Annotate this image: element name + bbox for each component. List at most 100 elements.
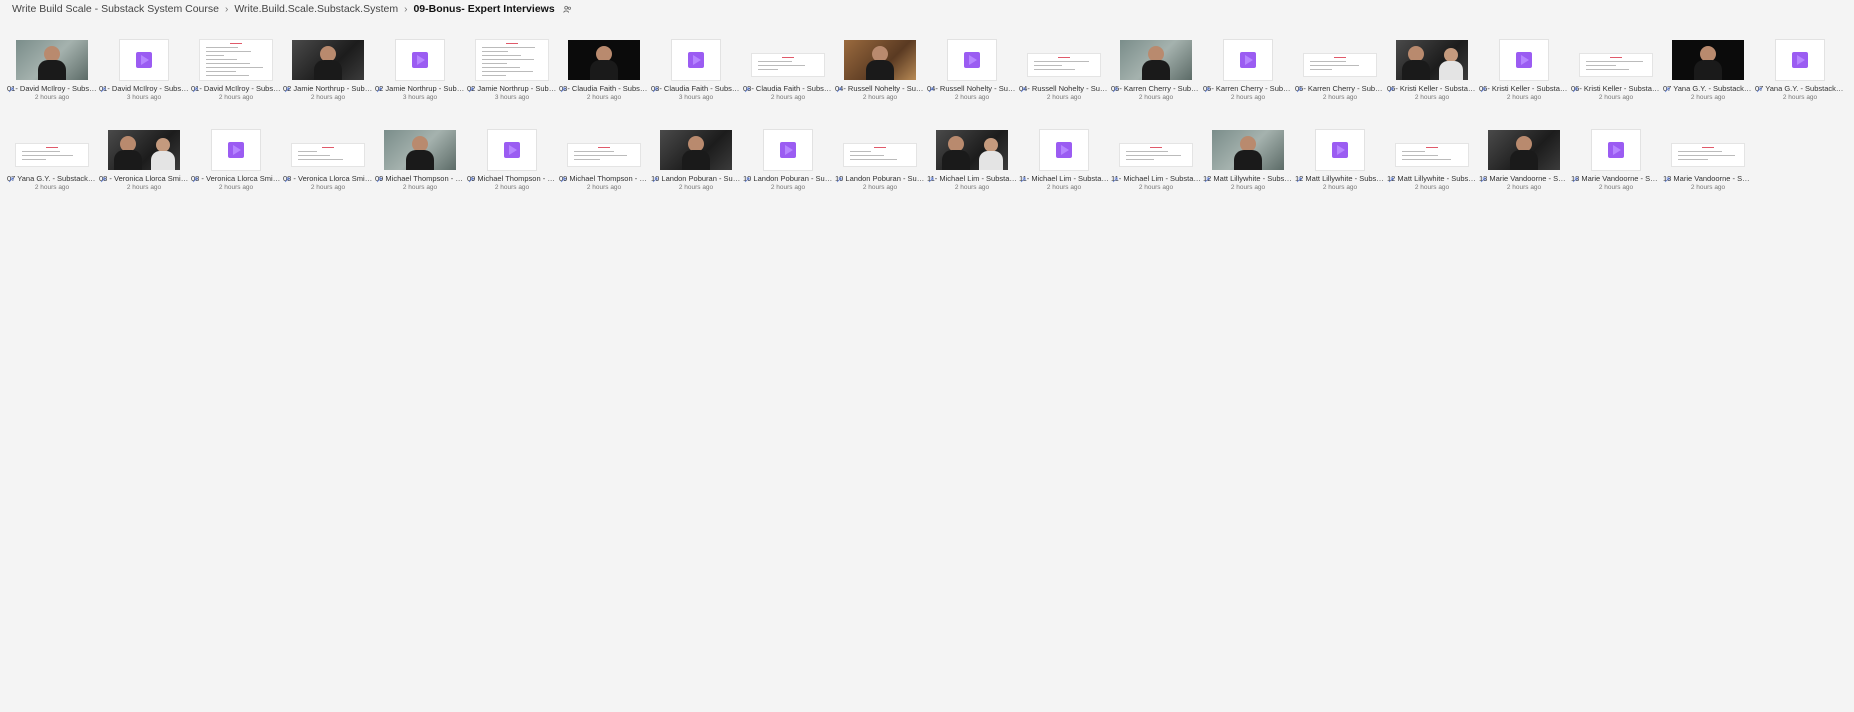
file-name[interactable]: 13 Marie Vandoorne - Substack System [1663,174,1753,183]
file-name[interactable]: 12 Matt Lillywhite - Substack System [1295,174,1385,183]
video-thumbnail [660,130,732,170]
file-thumbnail [282,130,374,170]
file-tile[interactable]: 12 Matt Lillywhite - Substack System2 ho… [1386,126,1478,210]
file-tile[interactable]: 09 Michael Thompson - Substack System2 h… [558,126,650,210]
file-name[interactable]: 06- Kristi Keller - Substack System [1479,84,1569,93]
file-name[interactable]: 05- Karren Cherry - Substack System [1111,84,1201,93]
file-name[interactable]: 04- Russell Nohelty - Substack System [835,84,925,93]
file-name[interactable]: 04- Russell Nohelty - Substack System [927,84,1017,93]
file-name[interactable]: 03- Claudia Faith - Substack System [559,84,649,93]
file-modified-time: 2 hours ago [770,184,806,191]
file-tile[interactable]: 04- Russell Nohelty - Substack System2 h… [1018,36,1110,120]
file-thumbnail [650,39,742,81]
file-tile[interactable]: 07 Yana G.Y. - Substack System2 hours ag… [1662,36,1754,120]
file-name[interactable]: 07 Yana G.Y. - Substack System [1663,84,1753,93]
file-name[interactable]: 11- Michael Lim - Substack System [927,174,1017,183]
file-name[interactable]: 05- Karren Cherry - Substack System [1295,84,1385,93]
file-name[interactable]: 01- David McIlroy - Substack System [191,84,281,93]
file-name[interactable]: 13 Marie Vandoorne - Substack System [1571,174,1661,183]
audio-file-thumbnail [487,129,537,171]
file-tile[interactable]: 07 Yana G.Y. - Substack System2 hours ag… [6,126,98,210]
file-name[interactable]: 06- Kristi Keller - Substack System [1571,84,1661,93]
file-name[interactable]: 03- Claudia Faith - Substack System [651,84,741,93]
video-thumbnail [1120,40,1192,80]
file-tile[interactable]: 10 Landon Poburan - Substack System2 hou… [650,126,742,210]
file-tile[interactable]: 01- David McIlroy - Substack System3 hou… [98,36,190,120]
shared-folder-icon[interactable] [562,5,572,14]
file-name[interactable]: 10 Landon Poburan - Substack System [651,174,741,183]
file-tile[interactable]: 02 Jamie Northrup - Substack System3 hou… [466,36,558,120]
file-tile[interactable]: 01- David McIlroy - Substack System2 hou… [190,36,282,120]
file-modified-time: 2 hours ago [1230,184,1266,191]
file-tile[interactable]: 11- Michael Lim - Substack System2 hours… [1110,126,1202,210]
file-tile[interactable]: 06- Kristi Keller - Substack System2 hou… [1386,36,1478,120]
file-modified-time: 2 hours ago [678,184,714,191]
file-tile[interactable]: 03- Claudia Faith - Substack System3 hou… [650,36,742,120]
file-name[interactable]: 11- Michael Lim - Substack System [1111,174,1201,183]
file-name[interactable]: 10 Landon Poburan - Substack System [835,174,925,183]
file-name[interactable]: 10 Landon Poburan - Substack System [743,174,833,183]
file-tile[interactable]: 06- Kristi Keller - Substack System2 hou… [1570,36,1662,120]
file-name[interactable]: 05- Karren Cherry - Substack System [1203,84,1293,93]
file-thumbnail [1386,130,1478,170]
file-tile[interactable]: 11- Michael Lim - Substack System2 hours… [926,126,1018,210]
file-name[interactable]: 12 Matt Lillywhite - Substack System [1203,174,1293,183]
file-name[interactable]: 13 Marie Vandoorne - Substack System [1479,174,1569,183]
file-name[interactable]: 04- Russell Nohelty - Substack System [1019,84,1109,93]
play-icon [1332,142,1348,158]
file-tile[interactable]: 07 Yana G.Y. - Substack System2 hours ag… [1754,36,1846,120]
document-thumbnail [843,143,917,167]
file-tile[interactable]: 03- Claudia Faith - Substack System2 hou… [558,36,650,120]
breadcrumb-item-system[interactable]: Write.Build.Scale.Substack.System [234,3,398,15]
file-tile[interactable]: 05- Karren Cherry - Substack System2 hou… [1294,36,1386,120]
file-name[interactable]: 08 - Veronica Llorca Smith - Substack Sy… [191,174,281,183]
file-tile[interactable]: 13 Marie Vandoorne - Substack System2 ho… [1478,126,1570,210]
shortcut-link-icon [468,87,474,93]
file-tile[interactable]: 04- Russell Nohelty - Substack System2 h… [926,36,1018,120]
file-tile[interactable]: 11- Michael Lim - Substack System2 hours… [1018,126,1110,210]
file-tile[interactable]: 10 Landon Poburan - Substack System2 hou… [742,126,834,210]
video-thumbnail [936,130,1008,170]
file-name[interactable]: 08 - Veronica Llorca Smith - Substack Sy… [283,174,373,183]
file-name[interactable]: 07 Yana G.Y. - Substack System [1755,84,1845,93]
file-name[interactable]: 09 Michael Thompson - Substack System [559,174,649,183]
file-tile[interactable]: 06- Kristi Keller - Substack System2 hou… [1478,36,1570,120]
file-tile[interactable]: 09 Michael Thompson - Substack System2 h… [466,126,558,210]
audio-file-thumbnail [1775,39,1825,81]
file-tile[interactable]: 08 - Veronica Llorca Smith - Substack Sy… [190,126,282,210]
file-tile[interactable]: 05- Karren Cherry - Substack System2 hou… [1202,36,1294,120]
file-tile[interactable]: 03- Claudia Faith - Substack System2 hou… [742,36,834,120]
file-tile[interactable]: 12 Matt Lillywhite - Substack System2 ho… [1294,126,1386,210]
file-tile[interactable]: 02 Jamie Northrup - Substack System2 hou… [282,36,374,120]
file-name[interactable]: 01- David McIlroy - Substack System [7,84,97,93]
file-name[interactable]: 07 Yana G.Y. - Substack System [7,174,97,183]
file-tile[interactable]: 04- Russell Nohelty - Substack System2 h… [834,36,926,120]
file-tile[interactable]: 08 - Veronica Llorca Smith - Substack Sy… [282,126,374,210]
file-name[interactable]: 09 Michael Thompson - Substack System [375,174,465,183]
file-name[interactable]: 03- Claudia Faith - Substack System [743,84,833,93]
file-tile[interactable]: 02 Jamie Northrup - Substack System3 hou… [374,36,466,120]
file-tile[interactable]: 05- Karren Cherry - Substack System2 hou… [1110,36,1202,120]
file-tile[interactable]: 08 - Veronica Llorca Smith - Substack Sy… [98,126,190,210]
video-thumbnail [16,40,88,80]
file-name[interactable]: 06- Kristi Keller - Substack System [1387,84,1477,93]
shortcut-link-icon [1020,177,1026,183]
file-name[interactable]: 08 - Veronica Llorca Smith - Substack Sy… [99,174,189,183]
breadcrumb: Write Build Scale - Substack System Cour… [12,0,572,18]
breadcrumb-item-course[interactable]: Write Build Scale - Substack System Cour… [12,3,219,15]
file-tile[interactable]: 01- David McIlroy - Substack System2 hou… [6,36,98,120]
file-name[interactable]: 12 Matt Lillywhite - Substack System [1387,174,1477,183]
file-name[interactable]: 02 Jamie Northrup - Substack System [467,84,557,93]
file-tile[interactable]: 13 Marie Vandoorne - Substack System2 ho… [1662,126,1754,210]
file-thumbnail [742,40,834,80]
file-tile[interactable]: 13 Marie Vandoorne - Substack System2 ho… [1570,126,1662,210]
file-name[interactable]: 09 Michael Thompson - Substack System [467,174,557,183]
file-modified-time: 2 hours ago [1506,94,1542,101]
file-tile[interactable]: 09 Michael Thompson - Substack System2 h… [374,126,466,210]
file-name[interactable]: 02 Jamie Northrup - Substack System [283,84,373,93]
file-tile[interactable]: 12 Matt Lillywhite - Substack System2 ho… [1202,126,1294,210]
file-tile[interactable]: 10 Landon Poburan - Substack System2 hou… [834,126,926,210]
file-name[interactable]: 02 Jamie Northrup - Substack System [375,84,465,93]
file-name[interactable]: 01- David McIlroy - Substack System [99,84,189,93]
file-name[interactable]: 11- Michael Lim - Substack System [1019,174,1109,183]
